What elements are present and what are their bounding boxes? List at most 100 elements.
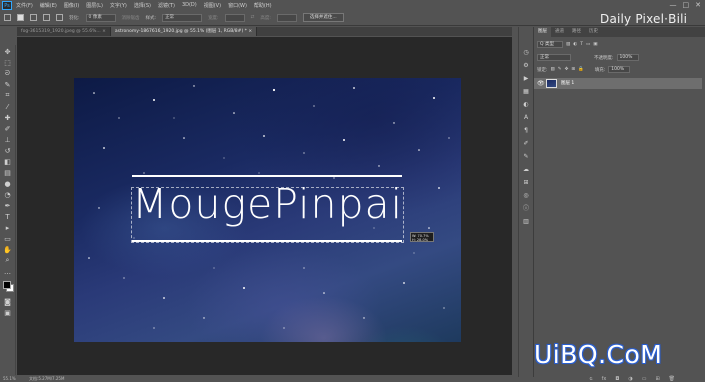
intersect-selection-icon[interactable] xyxy=(56,14,63,21)
filter-type-icon[interactable]: T xyxy=(580,42,583,47)
zoom-level[interactable]: 55.1% xyxy=(3,376,16,381)
channels-icon[interactable]: ◎ xyxy=(522,192,530,200)
layer-kind-select[interactable]: Q 类型 xyxy=(537,41,563,48)
tab-close-icon[interactable]: × xyxy=(248,29,252,34)
text-bounding-box[interactable] xyxy=(131,187,404,243)
swap-icon[interactable]: ⇄ xyxy=(251,15,255,20)
filter-adjust-icon[interactable]: ◐ xyxy=(573,42,577,47)
eraser-tool-icon[interactable]: ◧ xyxy=(3,157,12,166)
hand-tool-icon[interactable]: ✋ xyxy=(3,245,12,254)
menu-layer[interactable]: 图层(L) xyxy=(86,2,103,9)
lock-all-icon[interactable]: 🔒 xyxy=(578,67,584,72)
new-layer-icon[interactable]: ⊞ xyxy=(655,376,659,382)
blur-tool-icon[interactable]: ● xyxy=(3,179,12,188)
type-tool-icon[interactable]: T xyxy=(3,212,12,221)
marquee-preset-icon[interactable] xyxy=(4,14,11,21)
blend-mode-select[interactable]: 正常 xyxy=(537,54,571,61)
maximize-icon[interactable]: □ xyxy=(683,1,690,9)
tab-document-fog[interactable]: fog-3615319_1920.jpeg @ 55.6%... × xyxy=(17,27,111,36)
adjustment-layer-icon[interactable]: ◑ xyxy=(628,376,632,382)
crop-tool-icon[interactable]: ⌗ xyxy=(3,91,12,100)
eyedropper-tool-icon[interactable]: ⁄ xyxy=(3,102,12,111)
zoom-tool-icon[interactable]: ⌕ xyxy=(3,256,12,265)
glyphs-icon[interactable]: ☁ xyxy=(522,166,530,174)
tab-history[interactable]: 历史 xyxy=(585,27,602,37)
screen-mode-icon[interactable]: ▣ xyxy=(3,308,12,317)
paragraph-icon[interactable]: ¶ xyxy=(522,127,530,135)
layer-name[interactable]: 图层 1 xyxy=(561,78,574,89)
history-icon[interactable]: ◷ xyxy=(522,49,530,57)
width-input[interactable] xyxy=(224,13,245,22)
menu-help[interactable]: 帮助(H) xyxy=(254,2,272,9)
delete-layer-icon[interactable]: 🗑 xyxy=(669,376,675,382)
add-selection-icon[interactable] xyxy=(30,14,37,21)
lock-pixels-icon[interactable]: ▧ xyxy=(551,67,555,72)
libraries-icon[interactable]: ▥ xyxy=(522,218,530,226)
rectangle-tool-icon[interactable]: ▭ xyxy=(3,234,12,243)
lock-paint-icon[interactable]: ✎ xyxy=(558,67,562,72)
adjustments-icon[interactable]: ⚙ xyxy=(522,62,530,70)
color-swatches-icon[interactable] xyxy=(3,280,14,292)
filter-pixel-icon[interactable]: ▧ xyxy=(566,42,570,47)
menu-select[interactable]: 选择(S) xyxy=(134,2,151,9)
opacity-input[interactable]: 100% xyxy=(616,54,639,61)
filter-smart-icon[interactable]: ▣ xyxy=(593,42,597,47)
healing-brush-tool-icon[interactable]: ✚ xyxy=(3,113,12,122)
stamp-tool-icon[interactable]: ⊥ xyxy=(3,135,12,144)
more-tools-icon[interactable]: … xyxy=(3,267,12,276)
menu-type[interactable]: 文字(Y) xyxy=(110,2,127,9)
properties-icon[interactable]: ⓘ xyxy=(522,205,530,213)
menu-edit[interactable]: 编辑(E) xyxy=(40,2,57,9)
menu-3d[interactable]: 3D(D) xyxy=(182,2,197,8)
quick-select-tool-icon[interactable]: ✎ xyxy=(3,80,12,89)
tab-paths[interactable]: 路径 xyxy=(568,27,585,37)
link-layers-icon[interactable]: ɢ xyxy=(589,376,592,382)
brushes-icon[interactable]: ✎ xyxy=(522,153,530,161)
lasso-tool-icon[interactable]: ᘐ xyxy=(3,69,12,78)
dodge-tool-icon[interactable]: ◔ xyxy=(3,190,12,199)
menu-window[interactable]: 窗口(W) xyxy=(228,2,247,9)
feather-input[interactable]: 0 像素 xyxy=(85,13,116,22)
filter-shape-icon[interactable]: ▭ xyxy=(586,42,590,47)
menu-file[interactable]: 文件(F) xyxy=(16,2,33,9)
move-tool-icon[interactable]: ✥ xyxy=(3,47,12,56)
tab-channels[interactable]: 通道 xyxy=(551,27,568,37)
menu-filter[interactable]: 滤镜(T) xyxy=(158,2,175,9)
transform-readout: W: 70.7% H: 28.0% xyxy=(410,232,434,242)
path-select-tool-icon[interactable]: ▸ xyxy=(3,223,12,232)
watermark-bottom: UiBQ.CoM xyxy=(534,340,663,369)
style-select[interactable]: 正常 xyxy=(162,13,203,22)
brush-settings-icon[interactable]: ✐ xyxy=(522,140,530,148)
paths-icon[interactable]: ⊞ xyxy=(522,179,530,187)
select-and-mask-button[interactable]: 选择并遮住... xyxy=(302,13,344,22)
antialias-checkbox[interactable]: 消除锯齿 xyxy=(122,15,140,21)
marquee-tool-icon[interactable]: ⬚ xyxy=(3,58,12,67)
gradient-tool-icon[interactable]: ▤ xyxy=(3,168,12,177)
add-mask-icon[interactable]: ◘ xyxy=(615,376,619,382)
new-group-icon[interactable]: ▭ xyxy=(642,376,647,382)
new-selection-icon[interactable] xyxy=(17,14,24,21)
tab-document-astronomy[interactable]: astronomy-1867616_1920.jpg @ 55.1% (图层 1… xyxy=(110,27,258,36)
visibility-eye-icon[interactable]: 👁 xyxy=(537,78,545,89)
lock-artboard-icon[interactable]: ⊞ xyxy=(571,67,575,72)
tab-layers[interactable]: 图层 xyxy=(534,27,551,37)
subtract-selection-icon[interactable] xyxy=(43,14,50,21)
menu-view[interactable]: 视图(V) xyxy=(204,2,221,9)
minimize-icon[interactable]: — xyxy=(670,1,677,9)
tab-close-icon[interactable]: × xyxy=(102,29,106,34)
actions-icon[interactable]: ▶ xyxy=(522,75,530,83)
color-icon[interactable]: ◐ xyxy=(522,101,530,109)
quick-mask-icon[interactable]: ◙ xyxy=(3,297,12,306)
close-icon[interactable]: ✕ xyxy=(695,1,701,9)
character-icon[interactable]: A xyxy=(522,114,530,122)
brush-tool-icon[interactable]: ✐ xyxy=(3,124,12,133)
swatches-icon[interactable]: ▦ xyxy=(522,88,530,96)
fx-icon[interactable]: fx xyxy=(602,376,607,382)
history-brush-tool-icon[interactable]: ↺ xyxy=(3,146,12,155)
height-input[interactable] xyxy=(276,13,297,22)
layer-row[interactable]: 👁 图层 1 xyxy=(534,78,702,89)
fill-input[interactable]: 100% xyxy=(608,66,631,73)
lock-position-icon[interactable]: ✥ xyxy=(565,67,569,72)
menu-image[interactable]: 图像(I) xyxy=(64,2,79,9)
pen-tool-icon[interactable]: ✒ xyxy=(3,201,12,210)
